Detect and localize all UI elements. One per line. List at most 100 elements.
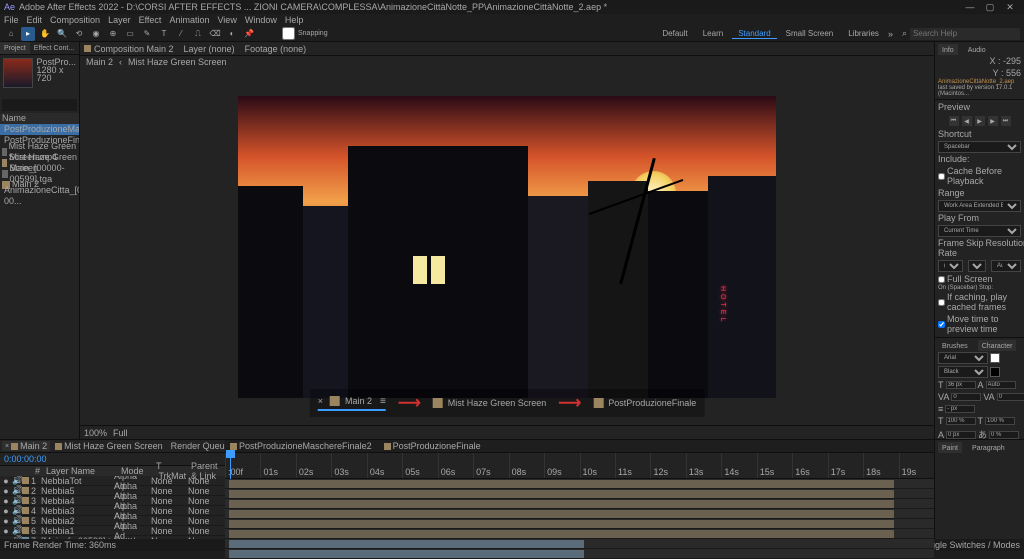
movetime-checkbox[interactable] <box>938 321 945 328</box>
timeline-layer[interactable]: ●🔊5Nebbia2Alpha Ad...NoneNone <box>0 516 225 526</box>
workspace-more-icon[interactable]: » <box>888 29 893 39</box>
vscale-input[interactable] <box>946 417 976 425</box>
project-item[interactable]: AnimazioneCitta_[00000-00... <box>0 190 79 201</box>
tracking-input[interactable] <box>997 393 1024 401</box>
close-icon[interactable]: × <box>5 443 9 450</box>
kerning-input[interactable] <box>951 393 981 401</box>
visibility-icon[interactable]: ● <box>2 486 10 496</box>
maximize-button[interactable]: ▢ <box>980 2 1000 13</box>
tab-effect-controls[interactable]: Effect Cont... <box>30 42 78 54</box>
roto-tool[interactable]: ◐ <box>225 27 239 41</box>
tab-layer[interactable]: Layer (none) <box>184 44 235 54</box>
time-ruler[interactable]: :00f 01s 02s 03s 04s 05s 06s 07s 08s 09s… <box>225 453 934 479</box>
zoom-tool[interactable]: 🔍 <box>55 27 69 41</box>
tab-audio[interactable]: Audio <box>964 44 990 55</box>
visibility-icon[interactable]: ● <box>2 516 10 526</box>
visibility-icon[interactable]: ● <box>2 506 10 516</box>
layer-color[interactable] <box>22 527 29 534</box>
composition-viewer[interactable]: HOTEL × Main 2 ≡ ⟶ Mist Haze Green Scree… <box>80 68 934 425</box>
menu-composition[interactable]: Composition <box>50 15 100 25</box>
tab-composition[interactable]: Composition Main 2 <box>84 44 174 54</box>
fill-color-swatch[interactable] <box>990 353 1000 363</box>
menu-edit[interactable]: Edit <box>27 15 43 25</box>
menu-icon[interactable]: ≡ <box>380 396 386 407</box>
resolution-dropdown[interactable]: Full <box>113 428 128 438</box>
eraser-tool[interactable]: ⌫ <box>208 27 222 41</box>
clip[interactable] <box>229 530 894 538</box>
breadcrumb-item[interactable]: Mist Haze Green Screen <box>128 57 227 67</box>
comp-nav-tab[interactable]: × Main 2 ≡ <box>318 396 386 411</box>
pen-tool[interactable]: ✎ <box>140 27 154 41</box>
rotate-tool[interactable]: ◉ <box>89 27 103 41</box>
timeline-layer[interactable]: ●🔊4Nebbia3Alpha Ad...NoneNone <box>0 506 225 516</box>
tab-preview[interactable]: Preview <box>938 102 1021 114</box>
playfrom-dropdown[interactable]: Current Time <box>938 225 1021 237</box>
clip[interactable] <box>229 510 894 518</box>
timeline-tab[interactable]: ×Main 2 <box>2 441 50 451</box>
tab-character[interactable]: Character <box>978 340 1017 351</box>
framerate-dropdown[interactable]: (30) <box>938 260 963 272</box>
comp-nav-tab[interactable]: PostProduzioneFinale <box>593 398 696 408</box>
puppet-tool[interactable]: 📌 <box>242 27 256 41</box>
tab-project[interactable]: Project <box>0 42 30 54</box>
timeline-layer[interactable]: ●🔊7[Main_[...00599].tga]OverlayNoneNone <box>0 536 225 539</box>
leading-input[interactable] <box>986 381 1016 389</box>
fullscreen-checkbox[interactable] <box>938 276 945 283</box>
fontsize-input[interactable] <box>946 381 976 389</box>
visibility-icon[interactable]: ● <box>2 536 10 540</box>
cache-checkbox[interactable] <box>938 173 945 180</box>
track-row[interactable] <box>225 509 934 519</box>
layer-color[interactable] <box>22 517 29 524</box>
track-row[interactable] <box>225 529 934 539</box>
menu-effect[interactable]: Effect <box>139 15 162 25</box>
play-button[interactable]: ▶ <box>975 116 985 126</box>
timeline-tab[interactable]: PostProduzioneFinale <box>381 441 484 451</box>
font-style-dropdown[interactable]: Black <box>938 366 988 378</box>
anchor-tool[interactable]: ⊕ <box>106 27 120 41</box>
layer-color[interactable] <box>22 537 29 539</box>
visibility-icon[interactable]: ● <box>2 526 10 536</box>
menu-file[interactable]: File <box>4 15 19 25</box>
orbit-tool[interactable]: ⟲ <box>72 27 86 41</box>
track-row[interactable] <box>225 539 934 549</box>
project-item[interactable]: PostProduzioneMaschereFin... <box>0 124 79 135</box>
audio-icon[interactable]: 🔊 <box>12 535 20 539</box>
selection-tool[interactable]: ▸ <box>21 27 35 41</box>
search-help-input[interactable] <box>910 28 1020 40</box>
timeline-tab[interactable]: PostProduzioneMaschereFinale2 <box>227 441 375 451</box>
menu-view[interactable]: View <box>217 15 236 25</box>
visibility-icon[interactable]: ● <box>2 496 10 506</box>
track-row[interactable] <box>225 549 934 559</box>
clip[interactable] <box>229 480 894 488</box>
workspace-standard[interactable]: Standard <box>732 29 776 39</box>
comp-nav-tab[interactable]: Mist Haze Green Screen <box>433 398 547 408</box>
workspace-learn[interactable]: Learn <box>697 29 729 38</box>
timeline-layer[interactable]: ●🔊3Nebbia4Alpha Ad...NoneNone <box>0 496 225 506</box>
rect-tool[interactable]: ▭ <box>123 27 137 41</box>
tab-brushes[interactable]: Brushes <box>938 340 972 351</box>
timeline-tab[interactable]: Mist Haze Green Screen <box>52 441 166 451</box>
last-frame-button[interactable]: ⏭ <box>1001 116 1011 126</box>
stamp-tool[interactable]: ⎍ <box>191 27 205 41</box>
visibility-icon[interactable]: ● <box>2 476 10 486</box>
brush-tool[interactable]: ⁄ <box>174 27 188 41</box>
menu-help[interactable]: Help <box>285 15 304 25</box>
menu-window[interactable]: Window <box>245 15 277 25</box>
workspace-default[interactable]: Default <box>656 29 693 38</box>
clip[interactable] <box>229 540 584 548</box>
snapping-checkbox[interactable] <box>282 27 295 40</box>
prev-frame-button[interactable]: ◀ <box>962 116 972 126</box>
close-button[interactable]: ✕ <box>1000 2 1020 13</box>
timeline-tracks[interactable]: PostProduzioneMaschereFinale2 PostProduz… <box>225 440 934 539</box>
track-row[interactable] <box>225 499 934 509</box>
close-icon[interactable]: × <box>318 396 323 406</box>
track-row[interactable] <box>225 479 934 489</box>
baseline-input[interactable] <box>946 431 976 439</box>
stroke-color-swatch[interactable] <box>990 367 1000 377</box>
hscale-input[interactable] <box>985 417 1015 425</box>
layer-color[interactable] <box>22 507 29 514</box>
layer-color[interactable] <box>22 487 29 494</box>
clip[interactable] <box>229 490 894 498</box>
clip[interactable] <box>229 500 894 508</box>
project-item[interactable]: Main_[00000-00599].tga <box>0 168 79 179</box>
